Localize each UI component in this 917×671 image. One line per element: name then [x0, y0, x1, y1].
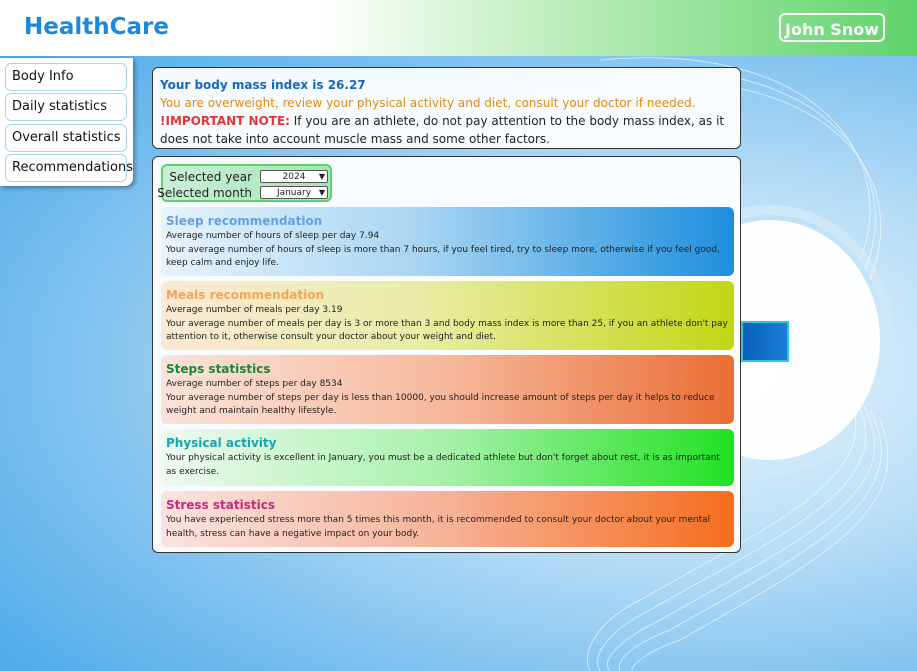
year-row: Selected year 2024 ▼ — [163, 169, 330, 185]
month-select[interactable]: January ▼ — [260, 186, 328, 199]
card-average: Average number of meals per day 3.19 — [166, 305, 343, 315]
card-advice: Your average number of steps per day is … — [166, 392, 715, 417]
top-header: HealthCare John Snow — [0, 0, 917, 56]
card-average: Average number of hours of sleep per day… — [166, 231, 380, 241]
card-advice: Your physical activity is excellent in J… — [166, 453, 720, 477]
sleep-recommendation-card: Sleep recommendation Average number of h… — [161, 207, 734, 276]
sidebar-item-body-info[interactable]: Body Info — [5, 63, 127, 91]
app-logo: HealthCare — [24, 14, 169, 40]
month-label: Selected month — [157, 186, 252, 200]
sidebar-item-overall-statistics[interactable]: Overall statistics — [5, 124, 127, 152]
meals-recommendation-card: Meals recommendation Average number of m… — [161, 281, 734, 350]
bmi-title: Your body mass index is 26.27 — [160, 78, 366, 92]
stress-statistics-card: Stress statistics You have experienced s… — [161, 491, 734, 547]
card-title: Physical activity — [166, 436, 277, 450]
physical-activity-card: Physical activity Your physical activity… — [161, 429, 734, 486]
month-row: Selected month January ▼ — [157, 185, 330, 201]
sidebar-nav: Body Info Daily statistics Overall stati… — [0, 58, 133, 186]
bmi-status: You are overweight, review your physical… — [160, 96, 696, 110]
user-profile-button[interactable]: John Snow — [779, 13, 885, 42]
card-advice: Your average number of meals per day is … — [166, 318, 728, 343]
bmi-panel: Your body mass index is 26.27 You are ov… — [152, 67, 741, 149]
period-selector: Selected year 2024 ▼ Selected month Janu… — [157, 164, 332, 202]
bmi-important-note: !IMPORTANT NOTE: If you are an athlete, … — [160, 112, 733, 148]
important-label: !IMPORTANT NOTE: — [160, 114, 290, 128]
year-label: Selected year — [169, 170, 252, 184]
card-title: Sleep recommendation — [166, 214, 323, 228]
card-title: Steps statistics — [166, 362, 271, 376]
card-title: Meals recommendation — [166, 288, 325, 302]
sidebar-item-recommendations[interactable]: Recommendations — [5, 154, 133, 182]
sidebar-item-daily-statistics[interactable]: Daily statistics — [5, 93, 127, 121]
month-value: January — [276, 188, 312, 198]
year-select[interactable]: 2024 ▼ — [260, 170, 328, 183]
year-value: 2024 — [282, 172, 306, 182]
recommendations-panel: Selected year 2024 ▼ Selected month Janu… — [152, 156, 741, 553]
chevron-down-icon: ▼ — [318, 172, 325, 181]
card-title: Stress statistics — [166, 498, 275, 512]
chevron-down-icon: ▼ — [318, 188, 325, 197]
card-advice: Your average number of hours of sleep is… — [166, 244, 720, 269]
decorative-blue-block — [741, 321, 789, 362]
steps-statistics-card: Steps statistics Average number of steps… — [161, 355, 734, 424]
card-average: Average number of steps per day 8534 — [166, 379, 343, 389]
card-advice: You have experienced stress more than 5 … — [166, 515, 711, 539]
